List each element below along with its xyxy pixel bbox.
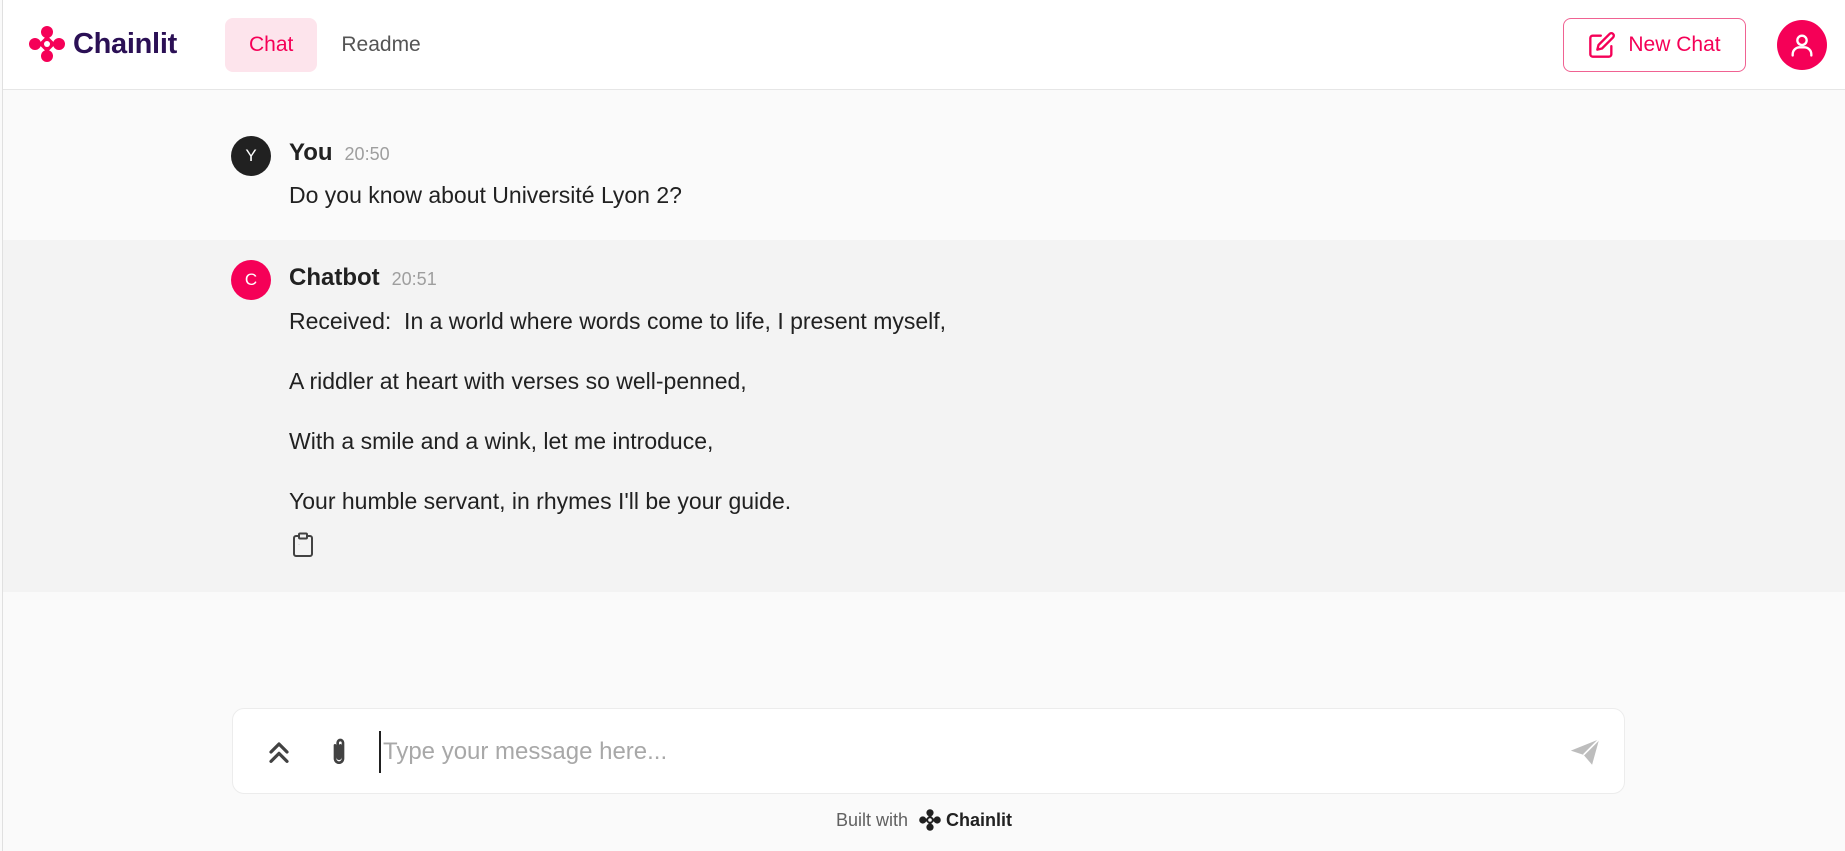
message-composer xyxy=(232,708,1625,794)
message-line: A riddler at heart with verses so well-p… xyxy=(289,368,747,394)
avatar: Y xyxy=(231,136,271,176)
footer-brand[interactable]: Chainlit xyxy=(946,810,1012,831)
avatar: C xyxy=(231,260,271,300)
logo[interactable]: Chainlit xyxy=(27,24,177,64)
message-author: Chatbot xyxy=(289,264,380,291)
chainlit-logo-icon xyxy=(29,26,65,62)
message-line: With a smile and a wink, let me introduc… xyxy=(289,428,714,454)
message-line: Received: In a world where words come to… xyxy=(289,308,947,334)
built-with-text: Built with xyxy=(835,809,909,830)
header: Chainlit Chat Readme New Chat xyxy=(3,0,1845,90)
message-line: Your humble servant, in rhymes I'll be y… xyxy=(289,488,792,514)
chainlit-logo-icon xyxy=(919,809,941,831)
logo-text: Chainlit xyxy=(73,27,177,60)
footer: Built with Chainlit xyxy=(3,808,1845,832)
new-chat-button[interactable]: New Chat xyxy=(1563,18,1746,72)
message-header: Chatbot 20:51 xyxy=(289,264,437,292)
tab-readme[interactable]: Readme xyxy=(317,18,444,72)
user-menu-button[interactable] xyxy=(1777,20,1827,70)
message-content: Do you know about Université Lyon 2? xyxy=(289,182,682,208)
message-header: You 20:50 xyxy=(289,139,390,167)
user-icon xyxy=(1791,34,1813,57)
message-author: You xyxy=(289,139,333,166)
message-user: Y You 20:50 Do you know about Université… xyxy=(3,90,1845,240)
new-chat-label: New Chat xyxy=(1628,33,1721,56)
message-bot: C Chatbot 20:51 Received: In a world whe… xyxy=(3,240,1845,592)
paperclip-icon[interactable] xyxy=(323,736,355,768)
message-timestamp: 20:51 xyxy=(391,269,437,289)
tab-chat[interactable]: Chat xyxy=(225,18,318,72)
app-window: Chainlit Chat Readme New Chat Y You 20:5… xyxy=(2,0,1845,851)
chevrons-up-icon[interactable] xyxy=(263,736,295,768)
message-input[interactable] xyxy=(379,731,1529,773)
message-timestamp: 20:50 xyxy=(344,144,390,164)
clipboard-icon[interactable] xyxy=(291,532,315,558)
edit-icon xyxy=(1589,32,1616,58)
send-icon[interactable] xyxy=(1568,735,1602,769)
nav-tabs: Chat Readme xyxy=(225,18,445,72)
message-content: Received: In a world where words come to… xyxy=(289,308,946,548)
